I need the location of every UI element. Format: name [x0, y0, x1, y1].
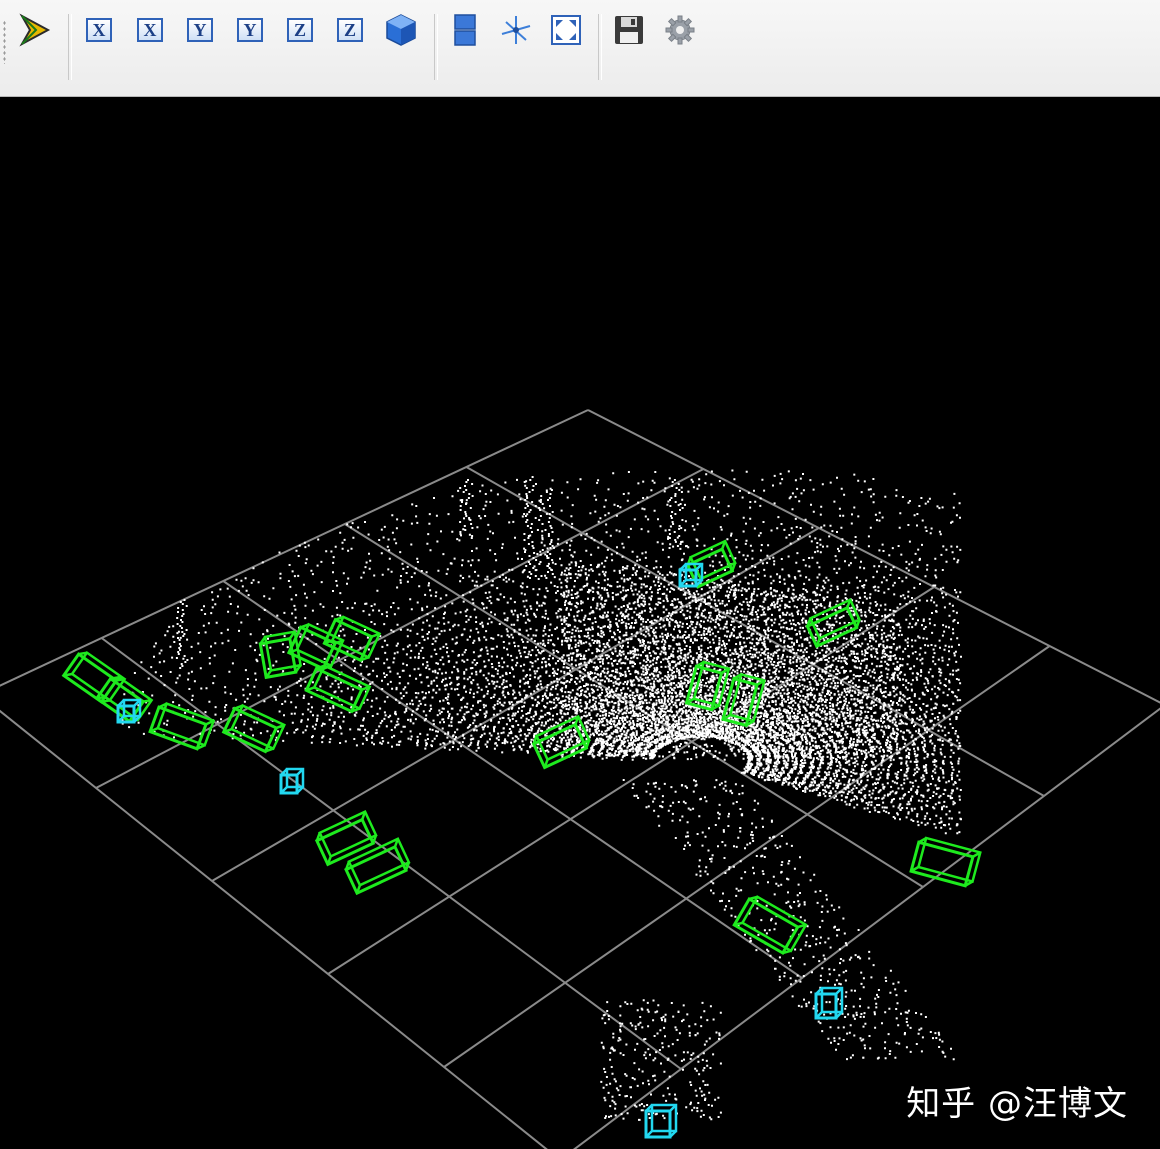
settings-button[interactable]: [660, 10, 700, 50]
watermark-text: 知乎 @汪博文: [906, 1084, 1128, 1124]
car-bounding-box: [314, 810, 378, 867]
cube-icon: [386, 14, 416, 46]
view-y-pos-button[interactable]: Y: [180, 10, 220, 50]
reset-view-button[interactable]: [496, 10, 536, 50]
fullscreen-button[interactable]: [546, 10, 586, 50]
pedestrian-bounding-box: [279, 767, 305, 795]
car-bounding-box: [286, 622, 345, 671]
car-bounding-box: [148, 702, 216, 751]
toolbar: X X Y Y Z Z: [0, 0, 1160, 97]
pick-arrow-icon: [19, 13, 51, 47]
axis-x-icon: X: [86, 18, 112, 42]
split-icon: [454, 14, 476, 46]
grid-line: [101, 637, 682, 1070]
grid-line: [222, 580, 803, 979]
car-bounding-box: [732, 895, 808, 956]
grid-line: [95, 468, 704, 789]
fullscreen-icon: [551, 15, 581, 45]
ground-grid: [0, 409, 1160, 1149]
3d-viewport[interactable]: [0, 100, 1160, 1149]
split-view-button[interactable]: [445, 10, 485, 50]
pick-arrow-button[interactable]: [14, 10, 54, 50]
gear-icon: [665, 15, 695, 45]
grid-line: [587, 409, 1160, 704]
toolbar-separator: [598, 14, 602, 80]
pedestrian-bounding-box: [644, 1103, 678, 1139]
view-y-neg-button[interactable]: Y: [230, 10, 270, 50]
axis-z-icon: Z: [337, 18, 363, 42]
axis-y-icon: Y: [237, 18, 263, 42]
view-x-neg-button[interactable]: X: [130, 10, 170, 50]
grid-line: [0, 709, 548, 1149]
car-bounding-box: [909, 836, 982, 888]
view-z-neg-button[interactable]: Z: [330, 10, 370, 50]
axis-x-icon: X: [137, 18, 163, 42]
toolbar-separator: [434, 14, 438, 80]
car-bounding-box: [221, 703, 286, 754]
view-x-pos-button[interactable]: X: [79, 10, 119, 50]
toolbar-separator: [68, 14, 72, 80]
save-button[interactable]: [609, 10, 649, 50]
car-bounding-box: [304, 663, 372, 714]
point-cloud-scene[interactable]: [0, 100, 1160, 1149]
view-z-pos-button[interactable]: Z: [280, 10, 320, 50]
view-iso-button[interactable]: [381, 10, 421, 50]
toolbar-grip[interactable]: [3, 20, 6, 64]
axis-z-icon: Z: [287, 18, 313, 42]
detection-boxes: [61, 539, 982, 1139]
floppy-icon: [615, 16, 643, 44]
axis-y-icon: Y: [187, 18, 213, 42]
axes-icon: [501, 16, 531, 44]
